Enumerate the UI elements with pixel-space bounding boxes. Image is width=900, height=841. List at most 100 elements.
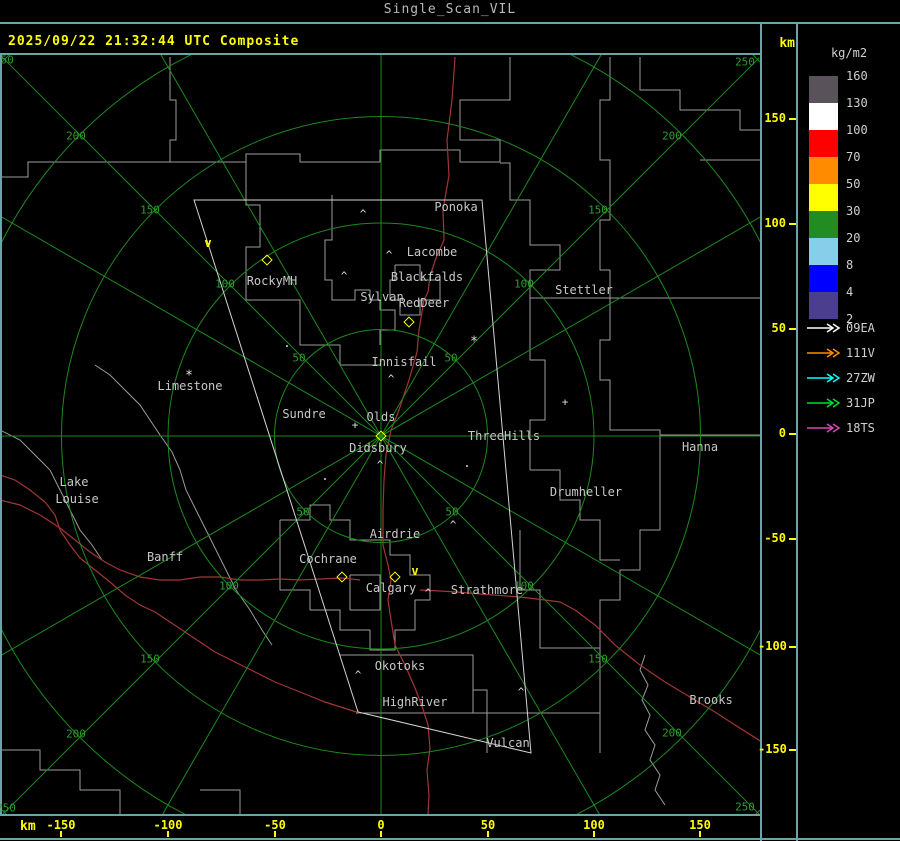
color-scale-value: 4 <box>846 285 854 299</box>
bottom-axis-tick-mark <box>60 831 62 837</box>
azimuth-lines <box>2 55 760 814</box>
range-ring-label: 150 <box>588 652 608 666</box>
right-axis-tick-label: 0 <box>778 426 786 440</box>
range-ring-label: 250 <box>0 53 14 67</box>
range-ring-label: 200 <box>662 726 682 740</box>
bottom-axis-unit: km <box>20 819 36 834</box>
terrain-marker: ^ <box>354 668 362 682</box>
right-axis-tick-label: 150 <box>764 111 786 125</box>
scan-sector-outline <box>193 199 532 754</box>
color-scale-swatch <box>809 76 838 103</box>
storm-track-arrow-icon <box>807 373 841 383</box>
terrain-marker: + <box>561 395 569 409</box>
color-scale-swatch <box>809 184 838 211</box>
color-scale-swatch <box>809 103 838 130</box>
bottom-axis-tick-label: 0 <box>377 818 385 832</box>
color-scale-value: 8 <box>846 258 854 272</box>
town-label: Olds <box>366 410 396 424</box>
town-label: Innisfail <box>371 355 437 369</box>
terrain-marker: ^ <box>359 207 367 221</box>
storm-track-arrow-icon <box>807 323 841 333</box>
town-label: Vulcan <box>486 736 530 750</box>
town-label: ThreeHills <box>467 429 541 443</box>
range-ring-label: 200 <box>662 129 682 143</box>
right-axis-tick-mark <box>789 328 796 330</box>
color-scale-value: 30 <box>846 204 861 218</box>
radar-map[interactable] <box>0 0 900 841</box>
range-ring-label: 150 <box>140 652 160 666</box>
terrain-marker: * <box>185 368 193 384</box>
range-ring-label: 250 <box>735 55 755 69</box>
right-axis-tick-mark <box>789 433 796 435</box>
town-label: Calgary <box>365 581 417 595</box>
color-scale-swatch <box>809 238 838 265</box>
town-label: RockyMH <box>246 274 298 288</box>
bottom-axis-tick-mark <box>593 831 595 837</box>
storm-track-id: 27ZW <box>846 371 875 385</box>
town-label: Didsbury <box>349 441 407 455</box>
bottom-axis-tick-mark <box>167 831 169 837</box>
range-ring-label: 100 <box>215 277 235 291</box>
town-label: Hanna <box>681 440 719 454</box>
bottom-axis-tick-label: 100 <box>583 818 605 832</box>
color-scale-swatch <box>809 157 838 184</box>
color-scale-value: 130 <box>846 96 868 110</box>
right-axis-tick-mark <box>789 118 796 120</box>
town-label: HighRiver <box>382 695 448 709</box>
range-ring-label: 100 <box>219 579 239 593</box>
terrain-marker: ^ <box>376 458 384 472</box>
bottom-axis-tick-label: -50 <box>264 818 286 832</box>
range-ring-label: 200 <box>66 727 86 741</box>
right-axis-tick-label: 50 <box>771 321 786 335</box>
right-axis-tick-mark <box>789 538 796 540</box>
color-scale-swatch <box>809 292 838 319</box>
town-label: Airdrie <box>369 527 421 541</box>
terrain-marker: ^ <box>340 269 348 283</box>
range-rings <box>2 55 760 814</box>
right-axis-tick-mark <box>789 646 796 648</box>
storm-track-arrow-icon <box>807 423 841 433</box>
color-scale-value: 100 <box>846 123 868 137</box>
radar-viewer-window: Single_Scan_VIL 2025/09/22 21:32:44 UTC … <box>0 0 900 841</box>
bottom-axis-tick-mark <box>380 831 382 837</box>
right-axis-tick-mark <box>789 749 796 751</box>
town-label: Brooks <box>689 693 733 707</box>
terrain-marker: * <box>470 334 478 350</box>
town-label: RedDeer <box>398 296 450 310</box>
town-label: Louise <box>55 492 99 506</box>
right-axis-tick-label: 100 <box>764 216 786 230</box>
color-scale-value: 50 <box>846 177 861 191</box>
terrain-marker: . <box>283 336 291 350</box>
bottom-axis-tick-label: -150 <box>46 818 76 832</box>
color-scale-value: 20 <box>846 231 861 245</box>
storm-track-id: 111V <box>846 346 875 360</box>
color-scale-swatch <box>809 130 838 157</box>
town-label: Lake <box>59 475 89 489</box>
town-label: Stettler <box>555 283 613 297</box>
range-ring-label: 50 <box>296 505 310 519</box>
town-label: Sundre <box>282 407 326 421</box>
storm-track-id: 09EA <box>846 321 875 335</box>
color-scale-value: 70 <box>846 150 861 164</box>
storm-arrow-icon: v <box>204 236 212 250</box>
terrain-marker: ^ <box>517 685 525 699</box>
bottom-axis-tick-label: -100 <box>153 818 183 832</box>
town-label: Cochrane <box>299 552 357 566</box>
town-label: Ponoka <box>434 200 478 214</box>
color-scale-swatch <box>809 265 838 292</box>
town-label: Lacombe <box>406 245 458 259</box>
legend-unit-label: kg/m2 <box>830 46 868 60</box>
bottom-axis-tick-mark <box>487 831 489 837</box>
range-ring-label: 150 <box>140 203 160 217</box>
bottom-axis-tick-mark <box>274 831 276 837</box>
town-label: Strathmore <box>450 583 524 597</box>
range-ring-label: 200 <box>66 129 86 143</box>
range-ring-label: 250 <box>735 800 755 814</box>
terrain-marker: ^ <box>385 248 393 262</box>
terrain-marker: . <box>463 456 471 470</box>
right-axis-tick-label: -150 <box>758 742 787 756</box>
range-ring-label: 150 <box>588 203 608 217</box>
range-ring-label: 250 <box>0 801 16 815</box>
town-label: Blackfalds <box>390 270 464 284</box>
range-ring-label: 50 <box>445 505 459 519</box>
